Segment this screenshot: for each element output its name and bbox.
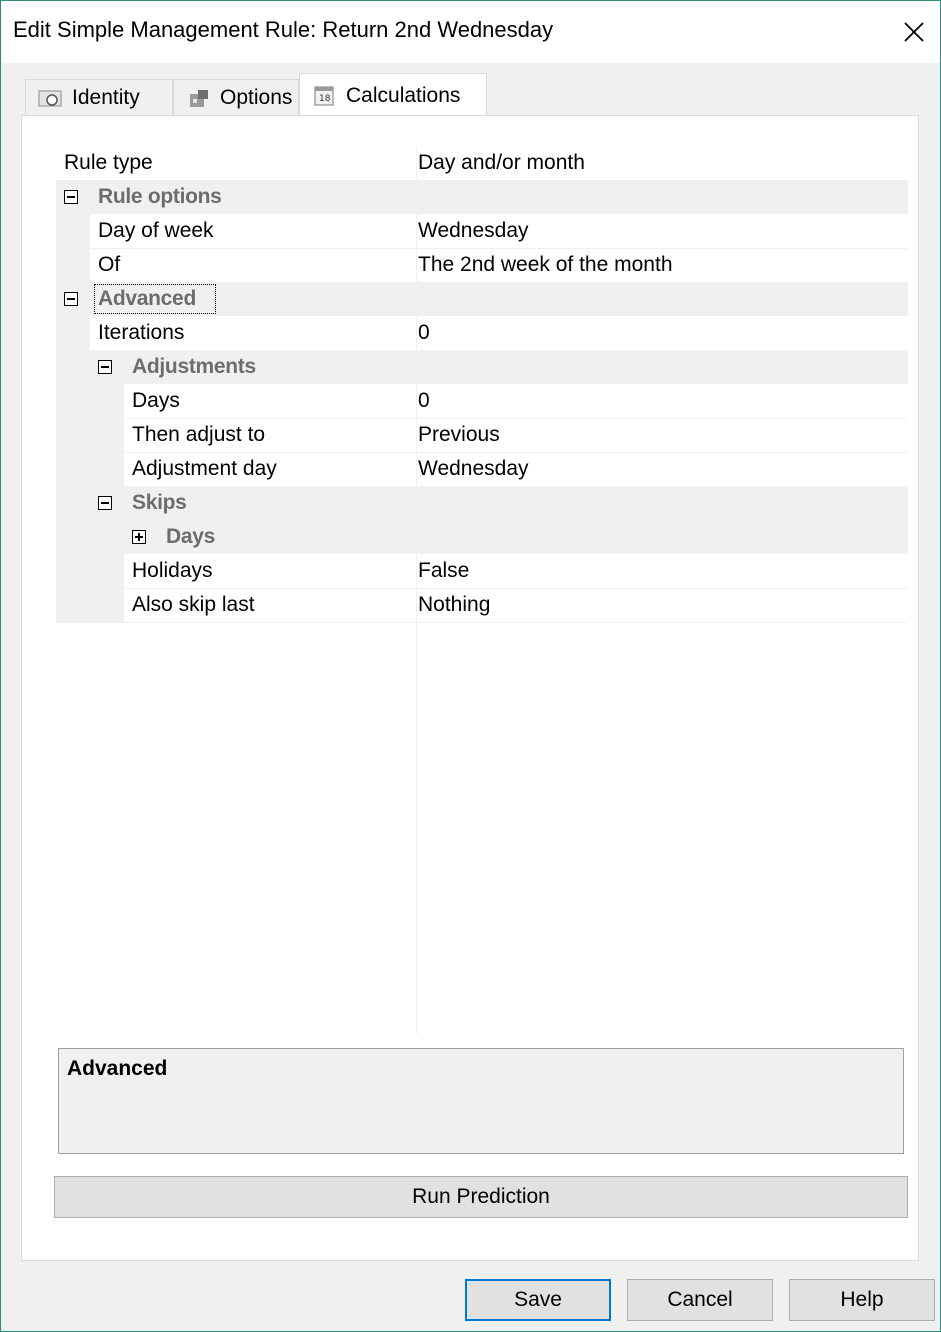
indent-gutter (56, 384, 124, 418)
description-title: Advanced (67, 1057, 168, 1080)
tab-strip: Identity Options 18 Calculations (25, 73, 925, 117)
tab-identity-label: Identity (72, 85, 140, 109)
collapse-icon[interactable] (98, 360, 112, 374)
property-name: Then adjust to (132, 423, 266, 446)
tab-calculations-label: Calculations (346, 83, 461, 107)
grid-row-also-skip-last[interactable]: Also skip last Nothing (56, 588, 908, 623)
identity-icon (38, 90, 62, 106)
indent-gutter (56, 316, 90, 350)
indent-gutter (56, 418, 124, 452)
tab-options-label: Options (220, 85, 293, 109)
property-value[interactable]: Wednesday (418, 452, 529, 485)
calculations-panel: Rule type Day and/or month Rule options … (21, 115, 919, 1261)
property-value[interactable]: Previous (418, 418, 500, 451)
property-value[interactable]: 0 (418, 316, 430, 349)
grid-category-skip-days[interactable]: Days (56, 520, 908, 554)
help-button[interactable]: Help (789, 1279, 935, 1321)
grid-row-then-adjust-to[interactable]: Then adjust to Previous (56, 418, 908, 453)
grid-category-adjustments[interactable]: Adjustments (56, 350, 908, 384)
property-value[interactable]: False (418, 554, 469, 587)
calendar-icon: 18 (314, 86, 334, 105)
property-name: Of (98, 253, 121, 276)
indent-gutter (56, 554, 124, 588)
run-prediction-button[interactable]: Run Prediction (54, 1176, 908, 1218)
grid-row-iterations[interactable]: Iterations 0 (56, 316, 908, 351)
collapse-icon[interactable] (64, 190, 78, 204)
property-value[interactable]: 0 (418, 384, 430, 417)
grid-category-rule-options[interactable]: Rule options (56, 180, 908, 214)
close-icon (904, 22, 924, 42)
property-name: Iterations (98, 321, 185, 344)
category-label: Skips (132, 491, 187, 514)
property-value[interactable]: Day and/or month (418, 146, 585, 179)
grid-row-adjustment-days[interactable]: Days 0 (56, 384, 908, 419)
property-name: Days (132, 389, 180, 412)
collapse-icon[interactable] (64, 292, 78, 306)
property-value[interactable]: Nothing (418, 588, 490, 621)
property-name: Adjustment day (132, 457, 277, 480)
property-grid: Rule type Day and/or month Rule options … (56, 146, 908, 1038)
property-name: Day of week (98, 219, 214, 242)
grid-row-holidays[interactable]: Holidays False (56, 554, 908, 589)
grid-row-day-of-week[interactable]: Day of week Wednesday (56, 214, 908, 249)
category-label: Adjustments (132, 355, 256, 378)
property-value[interactable]: Wednesday (418, 214, 529, 247)
title-bar: Edit Simple Management Rule: Return 2nd … (1, 1, 940, 63)
indent-gutter (56, 452, 124, 486)
grid-category-skips[interactable]: Skips (56, 486, 908, 520)
edit-rule-dialog: Edit Simple Management Rule: Return 2nd … (0, 0, 941, 1332)
property-name: Rule type (64, 151, 153, 174)
description-panel: Advanced (58, 1048, 904, 1154)
close-button[interactable] (888, 1, 940, 63)
indent-gutter (56, 248, 90, 282)
property-name: Holidays (132, 559, 213, 582)
tab-calculations[interactable]: 18 Calculations (299, 73, 487, 117)
property-value[interactable]: The 2nd week of the month (418, 248, 673, 281)
collapse-icon[interactable] (98, 496, 112, 510)
window-title: Edit Simple Management Rule: Return 2nd … (13, 17, 554, 42)
category-label: Days (166, 525, 216, 548)
grid-category-advanced[interactable]: Advanced (56, 282, 908, 316)
indent-gutter (56, 588, 124, 622)
svg-text:18: 18 (319, 94, 331, 104)
cancel-button[interactable]: Cancel (627, 1279, 773, 1321)
grid-row-of[interactable]: Of The 2nd week of the month (56, 248, 908, 283)
grid-row-rule-type[interactable]: Rule type Day and/or month (56, 146, 908, 181)
grid-row-adjustment-day[interactable]: Adjustment day Wednesday (56, 452, 908, 487)
tab-options[interactable]: Options (173, 79, 299, 115)
save-button[interactable]: Save (465, 1279, 611, 1321)
category-label: Advanced (98, 287, 196, 310)
tab-identity[interactable]: Identity (25, 79, 173, 115)
property-name: Also skip last (132, 593, 255, 616)
expand-icon[interactable] (132, 530, 146, 544)
options-icon (190, 89, 208, 107)
indent-gutter (56, 214, 90, 248)
category-label: Rule options (98, 185, 222, 208)
